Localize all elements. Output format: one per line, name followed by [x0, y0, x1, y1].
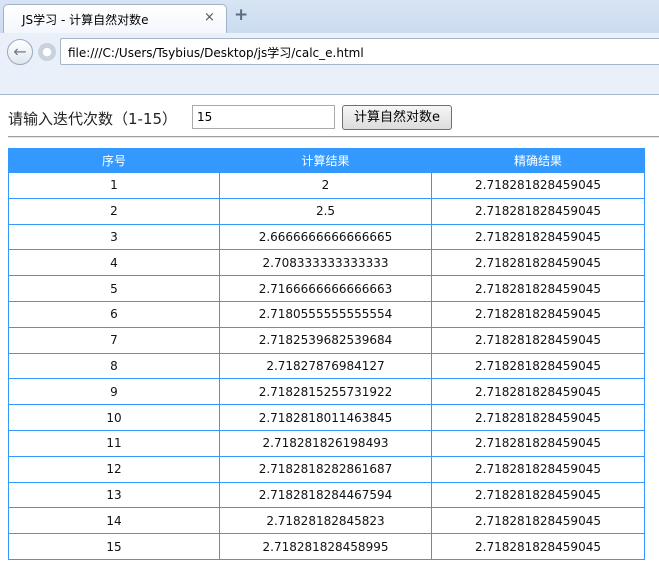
- cell-exact-result: 2.718281828459045: [431, 249, 645, 277]
- cell-exact-result: 2.718281828459045: [431, 300, 645, 328]
- table-row: 1 2 2.718281828459045: [8, 172, 645, 199]
- header-exact-result: 精确结果: [431, 148, 645, 173]
- cell-computed-result: 2.7182818284467594: [219, 481, 432, 509]
- result-table: 序号 计算结果 精确结果 1 2 2.718281828459045 2 2.5 2.71…: [8, 148, 645, 560]
- calculate-e-button[interactable]: 计算自然对数e: [342, 105, 452, 130]
- table-row: 9 2.7182815255731922 2.718281828459045: [8, 378, 645, 406]
- table-row: 8 2.71827876984127 2.718281828459045: [8, 352, 645, 380]
- cell-index: 13: [8, 481, 220, 509]
- cell-computed-result: 2.718281828458995: [219, 533, 432, 560]
- cell-computed-result: 2.7180555555555554: [219, 300, 432, 328]
- cell-exact-result: 2.718281828459045: [431, 197, 645, 225]
- header-computed-result: 计算结果: [219, 148, 432, 173]
- cell-computed-result: 2.7166666666666663: [219, 275, 432, 302]
- cell-index: 10: [8, 404, 220, 431]
- address-bar[interactable]: file:///C:/Users/Tsybius/Desktop/js学习/ca…: [60, 38, 659, 65]
- cell-index: 6: [8, 300, 220, 328]
- table-row: 2 2.5 2.718281828459045: [8, 197, 645, 225]
- cell-exact-result: 2.718281828459045: [431, 404, 645, 431]
- table-row: 7 2.7182539682539684 2.718281828459045: [8, 326, 645, 354]
- cell-exact-result: 2.718281828459045: [431, 378, 645, 406]
- new-tab-icon[interactable]: +: [234, 6, 248, 24]
- cell-index: 8: [8, 352, 220, 380]
- cell-index: 5: [8, 275, 220, 302]
- cell-computed-result: 2.7182539682539684: [219, 326, 432, 354]
- table-header-row: 序号 计算结果 精确结果: [8, 148, 645, 173]
- browser-toolbar: ← ● file:///C:/Users/Tsybius/Desktop/js学…: [0, 33, 659, 95]
- table-row: 5 2.7166666666666663 2.718281828459045: [8, 275, 645, 302]
- cell-computed-result: 2.7182818282861687: [219, 455, 432, 483]
- cell-exact-result: 2.718281828459045: [431, 455, 645, 483]
- iteration-prompt-label: 请输入迭代次数（1-15）: [8, 110, 178, 128]
- cell-exact-result: 2.718281828459045: [431, 223, 645, 251]
- cell-computed-result: 2.7182818011463845: [219, 404, 432, 431]
- table-row: 11 2.718281826198493 2.718281828459045: [8, 429, 645, 457]
- browser-titlebar: JS学习 - 计算自然对数e × +: [0, 0, 659, 33]
- cell-exact-result: 2.718281828459045: [431, 275, 645, 302]
- table-row: 3 2.6666666666666665 2.718281828459045: [8, 223, 645, 251]
- cell-exact-result: 2.718281828459045: [431, 172, 645, 199]
- cell-computed-result: 2: [219, 172, 432, 199]
- cell-index: 11: [8, 429, 220, 457]
- cell-exact-result: 2.718281828459045: [431, 429, 645, 457]
- forward-arrow-icon[interactable]: ●: [38, 43, 56, 61]
- cell-computed-result: 2.71827876984127: [219, 352, 432, 380]
- url-text: file:///C:/Users/Tsybius/Desktop/js学习/ca…: [68, 46, 364, 60]
- cell-exact-result: 2.718281828459045: [431, 533, 645, 560]
- tab-title: JS学习 - 计算自然对数e: [22, 13, 149, 27]
- cell-index: 3: [8, 223, 220, 251]
- cell-index: 14: [8, 507, 220, 535]
- cell-exact-result: 2.718281828459045: [431, 507, 645, 535]
- cell-exact-result: 2.718281828459045: [431, 481, 645, 509]
- table-row: 10 2.7182818011463845 2.718281828459045: [8, 404, 645, 431]
- cell-computed-result: 2.718281826198493: [219, 429, 432, 457]
- cell-exact-result: 2.718281828459045: [431, 326, 645, 354]
- cell-index: 1: [8, 172, 220, 199]
- table-row: 4 2.708333333333333 2.718281828459045: [8, 249, 645, 277]
- table-row: 12 2.7182818282861687 2.718281828459045: [8, 455, 645, 483]
- back-arrow-icon[interactable]: ←: [7, 39, 33, 65]
- table-row: 13 2.7182818284467594 2.718281828459045: [8, 481, 645, 509]
- close-icon[interactable]: ×: [204, 11, 215, 25]
- cell-index: 4: [8, 249, 220, 277]
- cell-index: 15: [8, 533, 220, 560]
- table-row: 6 2.7180555555555554 2.718281828459045: [8, 300, 645, 328]
- cell-computed-result: 2.7182815255731922: [219, 378, 432, 406]
- table-row: 14 2.71828182845823 2.718281828459045: [8, 507, 645, 535]
- header-index: 序号: [8, 148, 220, 173]
- cell-index: 2: [8, 197, 220, 225]
- page-content: 请输入迭代次数（1-15） 计算自然对数e 序号 计算结果 精确结果 122.7…: [0, 96, 659, 577]
- cell-index: 12: [8, 455, 220, 483]
- iteration-form: 请输入迭代次数（1-15） 计算自然对数e: [8, 105, 648, 131]
- iteration-count-input[interactable]: [192, 105, 335, 129]
- browser-tab[interactable]: JS学习 - 计算自然对数e ×: [3, 4, 227, 33]
- cell-computed-result: 2.6666666666666665: [219, 223, 432, 251]
- cell-computed-result: 2.71828182845823: [219, 507, 432, 535]
- divider: [8, 136, 659, 138]
- cell-computed-result: 2.5: [219, 197, 432, 225]
- cell-exact-result: 2.718281828459045: [431, 352, 645, 380]
- cell-index: 9: [8, 378, 220, 406]
- table-row: 15 2.718281828458995 2.718281828459045: [8, 533, 645, 560]
- cell-index: 7: [8, 326, 220, 354]
- cell-computed-result: 2.708333333333333: [219, 249, 432, 277]
